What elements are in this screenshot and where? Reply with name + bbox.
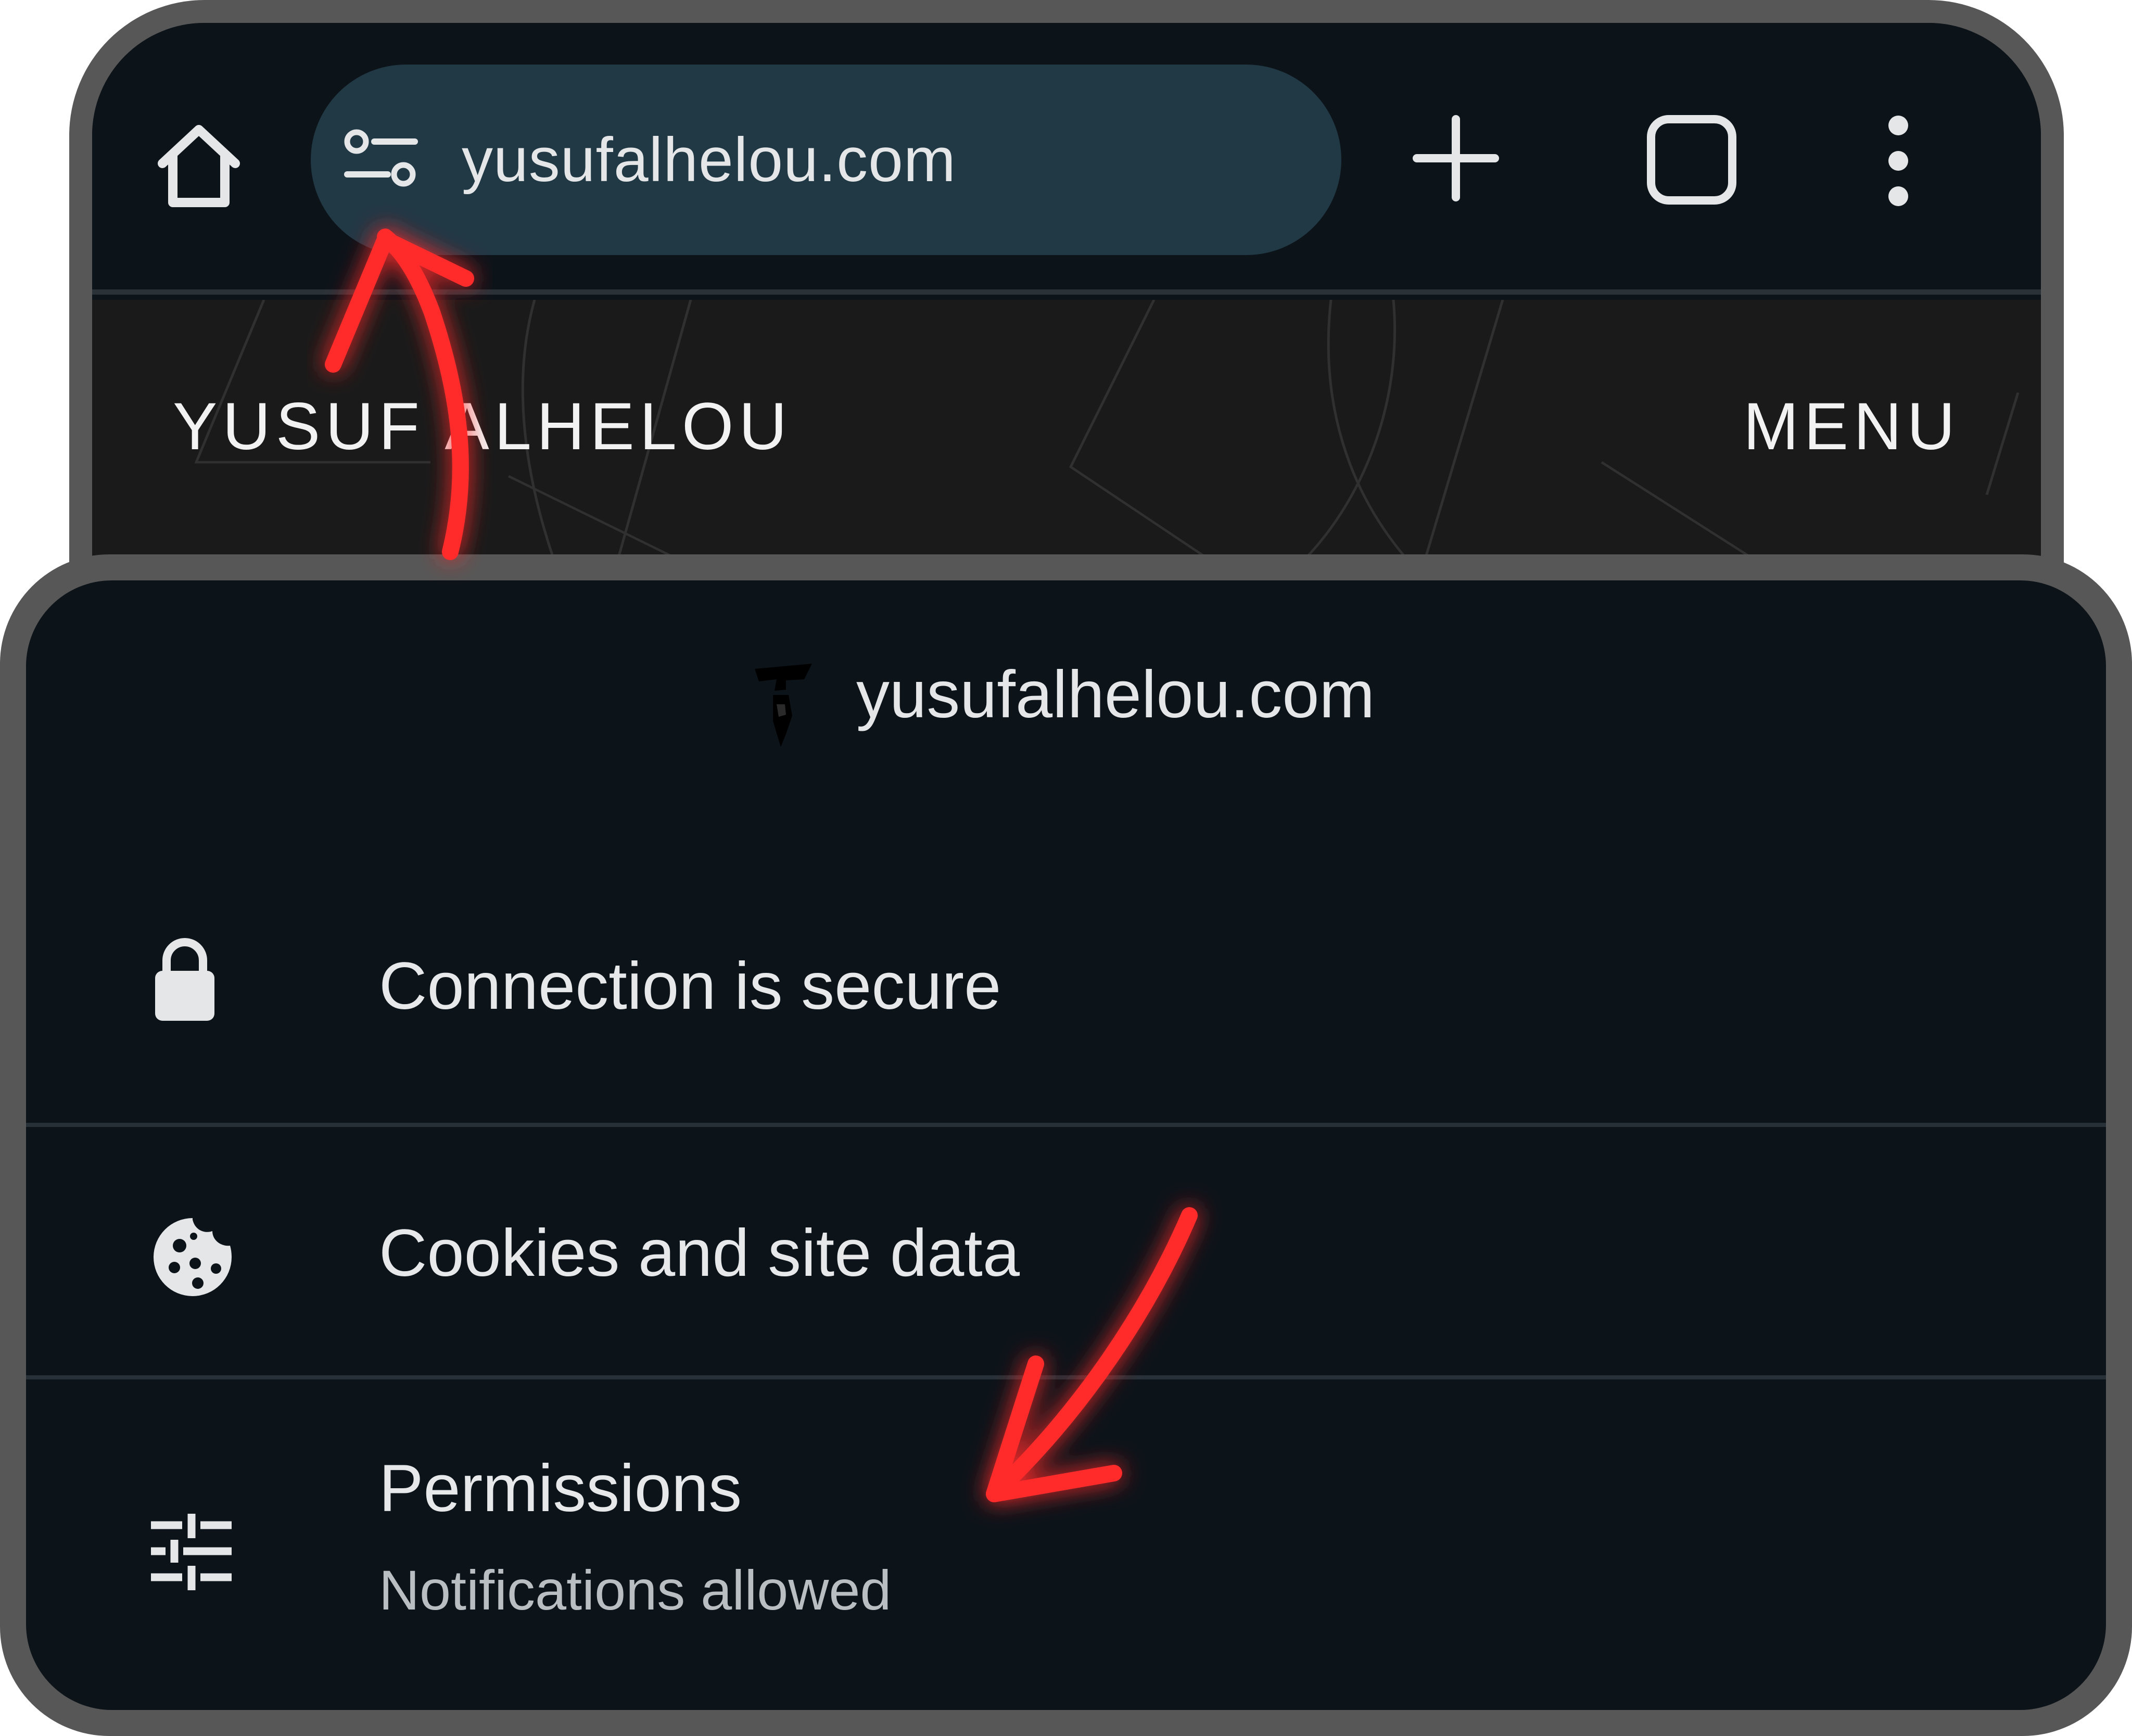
cookies-row[interactable]: Cookies and site data (26, 1127, 2106, 1379)
site-logo[interactable]: YUSUF ALHELOU (173, 388, 792, 465)
browser-window-frame: yusufalhelou.com YUSUF ALHELOU MENU (69, 0, 2064, 625)
connection-security-label: Connection is secure (379, 949, 1001, 1023)
site-info-sheet-frame: yusufalhelou.com Connection is secure Co… (0, 554, 2132, 1736)
plus-icon (1413, 115, 1499, 201)
browser-window: yusufalhelou.com YUSUF ALHELOU MENU (92, 23, 2041, 625)
site-info-sheet: yusufalhelou.com Connection is secure Co… (26, 580, 2106, 1710)
cookie-icon (154, 1218, 232, 1296)
tune-sliders-icon (151, 1514, 232, 1590)
permissions-label: Permissions (379, 1451, 742, 1526)
url-text[interactable]: yusufalhelou.com (462, 65, 956, 255)
sheet-domain: yusufalhelou.com (856, 657, 1375, 732)
new-tab-button[interactable] (1404, 106, 1508, 210)
home-icon (158, 125, 240, 207)
browser-toolbar: yusufalhelou.com (92, 23, 2041, 295)
tab-switcher-icon (1647, 115, 1736, 205)
permissions-row[interactable]: Permissions Notifications allowed (26, 1379, 2106, 1710)
site-settings-button[interactable] (342, 129, 420, 191)
connection-security-row[interactable]: Connection is secure (26, 846, 2106, 1127)
sheet-header: yusufalhelou.com (26, 643, 2106, 747)
home-button[interactable] (147, 114, 251, 218)
site-menu-button[interactable]: MENU (1743, 388, 1960, 465)
address-bar[interactable]: yusufalhelou.com (311, 65, 1341, 255)
tune-icon (344, 129, 418, 187)
more-vert-icon (1888, 116, 1908, 206)
lock-icon (155, 938, 214, 1021)
site-favicon-icon (755, 664, 812, 747)
permissions-sublabel: Notifications allowed (379, 1558, 892, 1621)
more-options-button[interactable] (1872, 114, 1924, 208)
cookies-label: Cookies and site data (379, 1216, 1020, 1290)
tab-switcher-button[interactable] (1645, 113, 1738, 207)
